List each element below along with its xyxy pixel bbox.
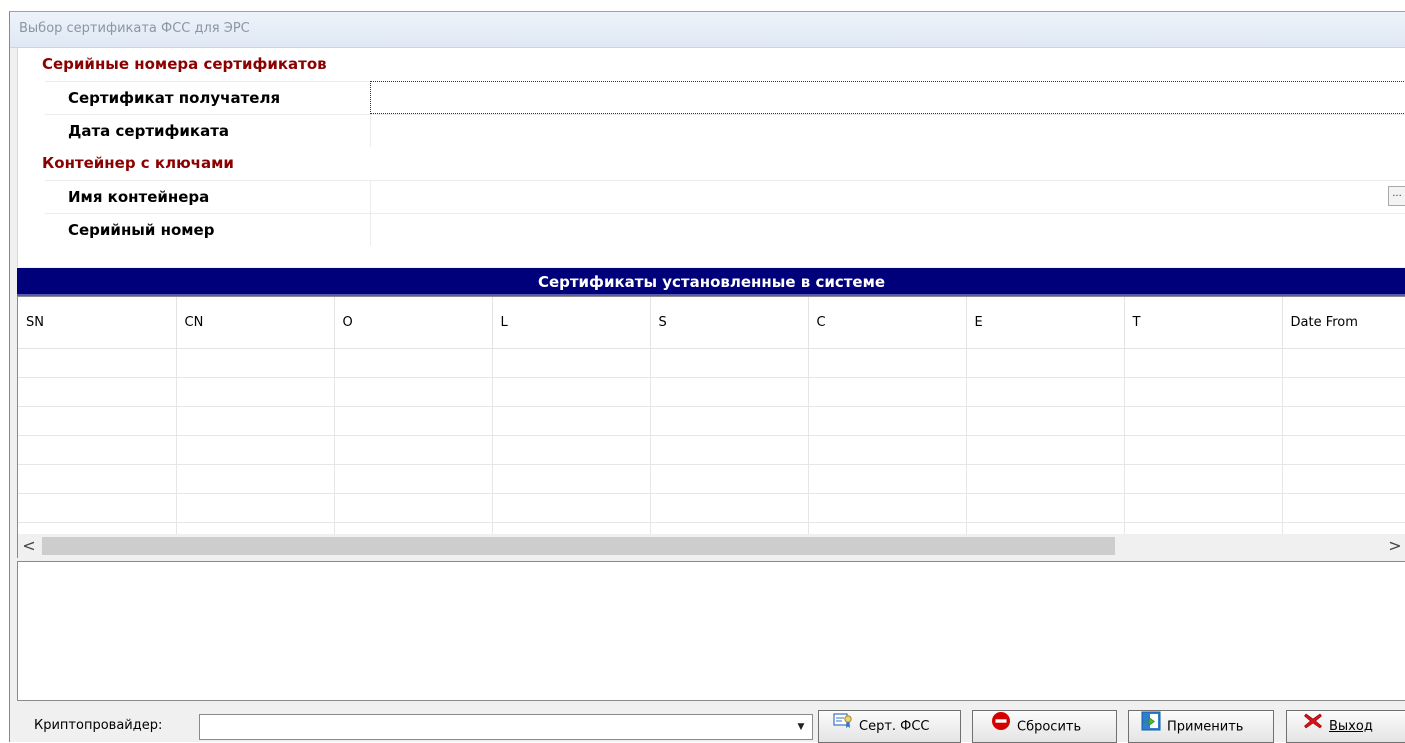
recipient-cert-field[interactable] — [370, 81, 1405, 114]
category-key-container-label: Контейнер с ключами — [42, 154, 234, 172]
property-container-name[interactable]: Имя контейнера ... — [18, 180, 1405, 213]
container-browse-button[interactable]: ... — [1388, 186, 1405, 206]
category-serial-numbers[interactable]: Серийные номера сертификатов — [18, 48, 1405, 81]
fss-cert-button[interactable]: Серт. ФСС — [818, 710, 961, 743]
window-title: Выбор сертификата ФСС для ЭРС — [19, 21, 250, 36]
property-grid: Серийные номера сертификатов Сертификат … — [17, 48, 1405, 267]
apply-button[interactable]: Применить — [1128, 710, 1274, 743]
certificate-icon — [833, 711, 853, 742]
scroll-left-icon[interactable]: < — [18, 534, 40, 558]
column-header-date-from[interactable]: Date From — [1282, 297, 1405, 349]
fss-cert-label: Серт. ФСС — [859, 719, 930, 734]
recipient-cert-label: Сертификат получателя — [68, 89, 281, 107]
column-header-sn[interactable]: SN — [18, 297, 177, 349]
stop-icon — [991, 711, 1011, 743]
table-row[interactable] — [18, 464, 1405, 494]
exit-button[interactable]: Выход — [1286, 710, 1405, 743]
bottom-toolbar: Криптопровайдер: ▼ Серт. ФСС Сбросить Пр… — [10, 706, 1405, 743]
cert-date-label: Дата сертификата — [68, 122, 230, 140]
certificates-table[interactable]: SN CN O L S C E T Date From — [17, 296, 1405, 558]
table-row[interactable] — [18, 435, 1405, 465]
dropdown-arrow-icon[interactable]: ▼ — [793, 719, 809, 735]
table-row[interactable] — [18, 348, 1405, 378]
category-serial-numbers-label: Серийные номера сертификатов — [42, 55, 327, 73]
property-serial-number[interactable]: Серийный номер — [18, 213, 1405, 246]
crypto-provider-select[interactable]: ▼ — [199, 714, 813, 740]
horizontal-scrollbar[interactable]: < > — [17, 534, 1405, 558]
column-header-t[interactable]: T — [1124, 297, 1283, 349]
close-icon — [1303, 711, 1323, 742]
reset-button[interactable]: Сбросить — [972, 710, 1117, 743]
exit-label: Выход — [1329, 719, 1373, 734]
table-row[interactable] — [18, 493, 1405, 523]
table-row[interactable] — [18, 377, 1405, 407]
container-name-field[interactable]: ... — [370, 180, 1405, 213]
cert-date-field[interactable] — [370, 114, 1405, 147]
table-header-row: SN CN O L S C E T Date From — [18, 297, 1405, 349]
scrollbar-thumb[interactable] — [42, 537, 1115, 555]
description-panel[interactable] — [17, 561, 1405, 701]
column-header-l[interactable]: L — [492, 297, 651, 349]
reset-label: Сбросить — [1017, 719, 1082, 735]
crypto-provider-label: Криптопровайдер: — [34, 718, 163, 733]
title-bar[interactable]: Выбор сертификата ФСС для ЭРС — [10, 12, 1405, 48]
apply-icon — [1141, 711, 1161, 743]
property-cert-date[interactable]: Дата сертификата — [18, 114, 1405, 147]
installed-certs-header: Сертификаты установленные в системе — [17, 268, 1405, 296]
serial-number-field[interactable] — [370, 213, 1405, 246]
column-header-e[interactable]: E — [966, 297, 1125, 349]
category-key-container[interactable]: Контейнер с ключами — [18, 147, 1405, 180]
serial-number-label: Серийный номер — [68, 221, 215, 239]
property-recipient-cert[interactable]: Сертификат получателя — [18, 81, 1405, 114]
column-header-cn[interactable]: CN — [176, 297, 335, 349]
column-header-c[interactable]: C — [808, 297, 967, 349]
table-row[interactable] — [18, 406, 1405, 436]
column-header-o[interactable]: O — [334, 297, 493, 349]
container-name-label: Имя контейнера — [68, 188, 210, 206]
scroll-right-icon[interactable]: > — [1384, 534, 1405, 558]
dialog-window: Выбор сертификата ФСС для ЭРС Серийные н… — [9, 11, 1405, 743]
apply-label: Применить — [1167, 719, 1244, 735]
column-header-s[interactable]: S — [650, 297, 809, 349]
